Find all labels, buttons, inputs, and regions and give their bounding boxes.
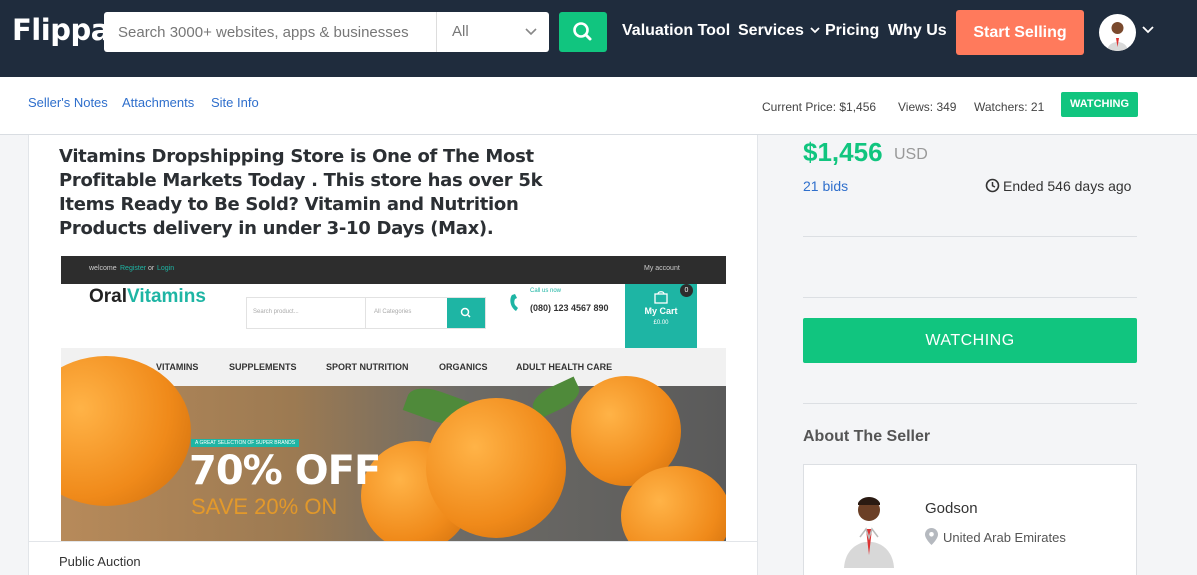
tab-site-info[interactable]: Site Info (211, 95, 259, 110)
chevron-down-icon (810, 27, 820, 34)
watching-badge-button[interactable]: WATCHING (1061, 92, 1138, 117)
shopping-bag-icon (654, 291, 668, 304)
tab-sellers-notes[interactable]: Seller's Notes (28, 95, 108, 110)
views-stat: Views: 349 (898, 100, 957, 114)
screenshot-all-categories: All Categories (365, 298, 449, 328)
clock-icon (985, 178, 1000, 193)
screenshot-hero-banner: A GREAT SELECTION OF SUPER BRANDS 70% OF… (61, 356, 726, 541)
divider (803, 403, 1137, 404)
search-icon (460, 307, 471, 318)
flippa-logo[interactable]: Flippa (12, 13, 110, 47)
search-icon (573, 22, 592, 41)
auction-type-label: Public Auction (59, 554, 141, 569)
location-pin-icon (925, 528, 938, 550)
screenshot-menu-item: ADULT HEALTH CARE (516, 362, 613, 372)
nav-valuation-tool[interactable]: Valuation Tool (622, 22, 730, 40)
screenshot-or: or (148, 265, 155, 272)
search-input[interactable] (104, 12, 437, 52)
listing-title: Vitamins Dropshipping Store is One of Th… (59, 146, 543, 239)
orange-shape (426, 398, 566, 538)
divider (803, 236, 1137, 237)
screenshot-cart-count: 0 (680, 284, 693, 297)
search-bar: All (104, 12, 549, 52)
nav-services-label: Services (738, 22, 804, 39)
listing-screenshot[interactable]: welcome Register or Login My account Ora… (61, 256, 726, 541)
screenshot-promo-sub: SAVE 20% ON (191, 494, 338, 519)
nav-services[interactable]: Services (738, 22, 820, 40)
auction-ended-text: Ended 546 days ago (1003, 178, 1132, 194)
screenshot-cart: 0 My Cart £0.00 (625, 284, 697, 354)
screenshot-top-bar: welcome Register or Login My account (61, 256, 726, 284)
tab-attachments[interactable]: Attachments (122, 95, 194, 110)
seller-location: United Arab Emirates (943, 530, 1066, 545)
screenshot-menu-item: SPORT NUTRITION (326, 362, 409, 372)
auction-ended: Ended 546 days ago (985, 178, 1131, 194)
divider (803, 297, 1137, 298)
screenshot-search-button (447, 298, 485, 328)
screenshot-menu-item: SUPPLEMENTS (229, 362, 297, 372)
screenshot-register: Register (120, 265, 147, 272)
about-seller-heading: About The Seller (803, 428, 931, 445)
screenshot-menu-item: VITAMINS (156, 362, 199, 372)
seller-card: Godson United Arab Emirates (803, 464, 1137, 575)
phone-icon (508, 292, 524, 319)
nav-pricing[interactable]: Pricing (825, 22, 879, 40)
category-select-value: All (452, 23, 469, 40)
screenshot-search: Search product... All Categories (246, 297, 486, 329)
screenshot-welcome: welcome (89, 265, 117, 272)
top-navigation: Flippa All Valuation Tool Services Prici… (0, 0, 1197, 77)
current-price: $1,456 (803, 137, 883, 167)
screenshot-my-account: My account (644, 265, 680, 272)
user-avatar[interactable] (1099, 14, 1136, 51)
currency-label: USD (894, 146, 928, 163)
chevron-down-icon (525, 12, 537, 68)
seller-name[interactable]: Godson (925, 500, 978, 517)
watchers-stat: Watchers: 21 (974, 100, 1045, 114)
screenshot-search-placeholder: Search product... (253, 309, 299, 315)
bids-link[interactable]: 21 bids (803, 178, 848, 194)
seller-avatar[interactable] (836, 493, 902, 568)
nav-why-us[interactable]: Why Us (888, 22, 947, 40)
screenshot-promo-tag: A GREAT SELECTION OF SUPER BRANDS (191, 439, 300, 447)
listing-subnav: Seller's Notes Attachments Site Info Cur… (0, 77, 1197, 135)
current-price-stat: Current Price: $1,456 (762, 100, 877, 114)
start-selling-button[interactable]: Start Selling (956, 10, 1084, 55)
watching-button[interactable]: WATCHING (803, 318, 1137, 363)
search-button[interactable] (559, 12, 607, 52)
listing-card: Vitamins Dropshipping Store is One of Th… (28, 135, 758, 575)
screenshot-brand-b: Vitamins (127, 286, 206, 307)
screenshot-call-us: Call us now (530, 288, 562, 294)
screenshot-promo-headline: 70% OFF (189, 448, 381, 494)
screenshot-phone: (080) 123 4567 890 (530, 303, 609, 313)
category-select[interactable]: All (438, 12, 549, 52)
screenshot-menu-item: ORGANICS (439, 362, 488, 372)
chevron-down-icon[interactable] (1142, 22, 1154, 38)
screenshot-cart-total: £0.00 (653, 320, 669, 326)
screenshot-brand: OralVitamins (89, 286, 206, 308)
screenshot-cart-label: My Cart (644, 306, 678, 316)
screenshot-brand-a: Oral (89, 286, 128, 307)
listing-card-footer: Public Auction (29, 541, 757, 575)
screenshot-login: Login (157, 265, 175, 272)
